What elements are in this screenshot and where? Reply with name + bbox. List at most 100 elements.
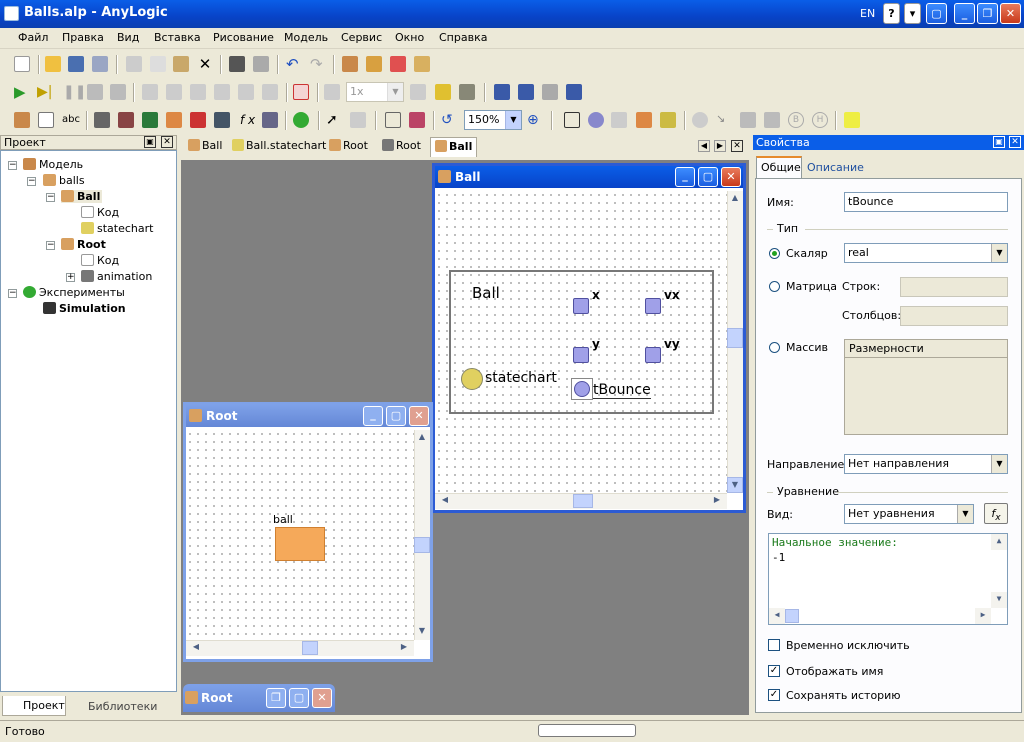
root-min-restore-button[interactable]: ❐ xyxy=(266,688,286,708)
tab-right-icon[interactable]: ▶ xyxy=(714,140,726,152)
project-pin-icon[interactable]: ▣ xyxy=(144,136,156,148)
var-vx-icon[interactable] xyxy=(645,298,661,314)
collapse-icon[interactable]: − xyxy=(8,289,17,298)
help-button[interactable]: ? xyxy=(883,3,900,24)
tree-item-experiments[interactable]: Эксперименты xyxy=(23,286,125,299)
new-icon[interactable] xyxy=(14,56,30,72)
tree-item-root-code[interactable]: Код xyxy=(81,254,119,267)
cmd1-icon[interactable] xyxy=(142,84,158,100)
find-icon[interactable] xyxy=(229,56,245,72)
event-icon[interactable] xyxy=(571,378,593,400)
ball-maximize-button[interactable]: ▢ xyxy=(698,167,718,187)
tree-item-model[interactable]: Модель xyxy=(23,158,83,171)
editor-tab-ball-statechart[interactable]: Ball.statechart xyxy=(228,137,330,157)
open-icon[interactable] xyxy=(45,56,61,72)
pin-icon[interactable] xyxy=(764,112,780,128)
root-scroll-down-icon[interactable]: ▼ xyxy=(414,624,430,640)
editor-tab-root[interactable]: Root xyxy=(325,137,372,157)
save-all-icon[interactable] xyxy=(92,56,108,72)
history-icon[interactable] xyxy=(660,112,676,128)
show-name-checkbox[interactable]: ✓ xyxy=(768,665,780,677)
state-icon[interactable] xyxy=(564,112,580,128)
root-scroll-up-icon[interactable]: ▲ xyxy=(414,430,430,446)
ball-canvas[interactable]: Ball x vx y vy statechart tBounce xyxy=(435,191,727,493)
var-y-icon[interactable] xyxy=(573,347,589,363)
editor-tab-ball[interactable]: Ball xyxy=(184,137,226,157)
menu-help[interactable]: Справка xyxy=(439,31,487,44)
expand-icon[interactable]: + xyxy=(66,273,75,282)
menu-window[interactable]: Окно xyxy=(395,31,424,44)
tree-item-root[interactable]: Root xyxy=(61,238,106,251)
root-hscroll[interactable] xyxy=(186,640,414,656)
message-icon[interactable] xyxy=(38,112,54,128)
tree-item-balls[interactable]: balls xyxy=(43,174,85,187)
minimize-button[interactable]: _ xyxy=(954,3,975,24)
step-back-icon[interactable] xyxy=(87,84,103,100)
close-button[interactable]: ✕ xyxy=(1000,3,1021,24)
root-hscroll-thumb[interactable] xyxy=(302,641,318,655)
ball-close-button[interactable]: ✕ xyxy=(721,167,741,187)
ball-scroll-left-icon[interactable]: ◀ xyxy=(437,493,453,509)
root-scroll-right-icon[interactable]: ▶ xyxy=(396,640,412,656)
keep-history-checkbox[interactable]: ✓ xyxy=(768,689,780,701)
properties-close-icon[interactable]: ✕ xyxy=(1009,136,1021,148)
ball-class-frame[interactable]: Ball x vx y vy statechart tBounce xyxy=(449,270,714,414)
chart1-icon[interactable] xyxy=(494,84,510,100)
grid-icon[interactable] xyxy=(385,112,401,128)
project-tab-libraries[interactable]: Библиотеки xyxy=(70,698,158,716)
editor-scroll-down-icon[interactable]: ▼ xyxy=(991,592,1007,608)
faster-icon[interactable] xyxy=(410,84,426,100)
tree-item-ball-code[interactable]: Код xyxy=(81,206,119,219)
editor-scroll-left-icon[interactable]: ◀ xyxy=(769,608,785,624)
branch-icon[interactable] xyxy=(636,112,652,128)
exclude-checkbox[interactable] xyxy=(768,639,780,651)
circle-h-icon[interactable]: H xyxy=(812,112,828,128)
minimize-icon[interactable]: ▢ xyxy=(926,3,947,24)
menu-view[interactable]: Вид xyxy=(117,31,139,44)
scalar-type-select[interactable]: real ▼ xyxy=(844,243,1008,263)
menu-file[interactable]: Файл xyxy=(18,31,48,44)
menu-edit[interactable]: Правка xyxy=(62,31,104,44)
editor-scroll-right-icon[interactable]: ▶ xyxy=(975,608,991,624)
dims-table[interactable]: Размерности xyxy=(844,339,1008,435)
paste-icon[interactable] xyxy=(173,56,189,72)
class-icon[interactable] xyxy=(14,112,30,128)
statechart-icon[interactable] xyxy=(461,368,483,390)
curve-icon[interactable]: ↘ xyxy=(716,112,732,128)
menu-service[interactable]: Сервис xyxy=(341,31,382,44)
root-close-button[interactable]: ✕ xyxy=(409,406,429,426)
connector-icon[interactable] xyxy=(118,112,134,128)
chart3-icon[interactable] xyxy=(542,84,558,100)
equation-editor-button[interactable]: fx xyxy=(984,503,1008,524)
chart4-icon[interactable] xyxy=(566,84,582,100)
initial-state-icon[interactable] xyxy=(588,112,604,128)
zoom-select[interactable]: 150% ▼ xyxy=(464,110,522,130)
select-tool-icon[interactable]: ➚ xyxy=(326,112,342,128)
root-scroll-left-icon[interactable]: ◀ xyxy=(188,640,204,656)
model-icon[interactable] xyxy=(390,56,406,72)
speed-select[interactable]: 1x ▼ xyxy=(346,82,404,102)
cmd4-icon[interactable] xyxy=(214,84,230,100)
tree-item-animation[interactable]: animation xyxy=(81,270,152,283)
event-icon[interactable] xyxy=(190,112,206,128)
menu-model[interactable]: Модель xyxy=(284,31,328,44)
ball-scroll-right-icon[interactable]: ▶ xyxy=(709,493,725,509)
experiment-icon[interactable] xyxy=(293,112,309,128)
root-minimize-button[interactable]: _ xyxy=(363,406,383,426)
language-indicator[interactable]: EN xyxy=(860,7,875,20)
cmd2-icon[interactable] xyxy=(166,84,182,100)
editor-hscroll-thumb[interactable] xyxy=(785,609,799,623)
camera-icon[interactable] xyxy=(459,84,475,100)
maximize-button[interactable]: ❐ xyxy=(977,3,998,24)
kind-select[interactable]: Нет уравнения ▼ xyxy=(844,504,974,524)
root-min-close-button[interactable]: ✕ xyxy=(312,688,332,708)
ball-scroll-thumb[interactable] xyxy=(727,328,743,348)
delete-icon[interactable]: ✕ xyxy=(197,56,213,72)
editor-tab-ball-active[interactable]: Ball xyxy=(430,137,478,157)
note-icon[interactable] xyxy=(844,112,860,128)
root-maximize-button[interactable]: ▢ xyxy=(386,406,406,426)
zoom-in-icon[interactable]: ⊕ xyxy=(527,112,543,128)
matrix-radio[interactable] xyxy=(769,281,780,292)
scalar-radio[interactable] xyxy=(769,248,780,259)
link-icon[interactable] xyxy=(262,112,278,128)
